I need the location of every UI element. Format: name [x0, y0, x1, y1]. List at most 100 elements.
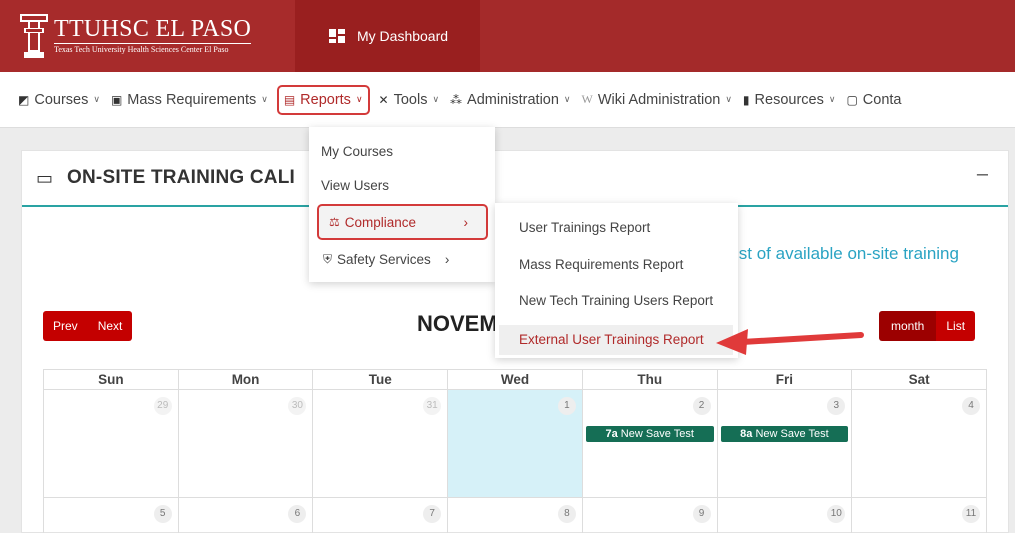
weekday-sun: Sun — [44, 370, 179, 390]
nav-reports[interactable]: ▤ Reports ∨ — [276, 84, 370, 115]
day-number: 31 — [423, 397, 442, 415]
double-t-logo-icon — [20, 14, 48, 58]
mass-requirements-icon: ▣ — [110, 92, 123, 107]
chevron-down-icon: ∨ — [432, 94, 440, 104]
weekday-sat: Sat — [852, 370, 987, 390]
nav-reports-label: Reports — [300, 91, 351, 108]
next-button[interactable]: Next — [87, 311, 133, 341]
resources-icon: ▮ — [742, 92, 750, 107]
compliance-submenu: User Trainings Report Mass Requirements … — [495, 203, 738, 358]
nav-tools[interactable]: ✕ Tools ∨ — [379, 92, 440, 108]
calendar-event[interactable]: 7a New Save Test — [585, 426, 714, 442]
header-spacer — [480, 0, 1015, 72]
day-number: 10 — [827, 505, 846, 523]
prev-button[interactable]: Prev — [43, 311, 88, 341]
chevron-down-icon: ∨ — [93, 94, 100, 104]
calendar-day[interactable]: 29 — [44, 390, 179, 498]
brand-title: TTUHSC EL PASO — [54, 16, 252, 42]
menu-safety-services[interactable]: ⛨ Safety Services › — [323, 252, 449, 267]
calendar-day[interactable]: 4 — [852, 390, 987, 498]
brand-logo[interactable]: TTUHSC EL PASO Texas Tech University Hea… — [0, 0, 295, 72]
chevron-right-icon: › — [463, 214, 469, 230]
calendar-week: 5 6 7 8 9 10 11 — [43, 498, 987, 533]
list-view-button[interactable]: List — [936, 311, 976, 341]
day-number: 3 — [827, 397, 846, 415]
my-dashboard-link[interactable]: My Dashboard — [295, 0, 481, 72]
nav-administration-label: Administration — [467, 91, 559, 108]
chevron-down-icon: ∨ — [725, 94, 732, 104]
month-view-button[interactable]: month — [879, 311, 937, 341]
event-title: New Save Test — [755, 428, 829, 440]
menu-view-users[interactable]: View Users — [321, 178, 389, 193]
calendar-grid: Sun Mon Tue Wed Thu Fri Sat 29 30 31 1 2… — [43, 369, 987, 533]
calendar-day[interactable]: 30 — [178, 390, 314, 498]
event-time: 8a — [740, 428, 753, 440]
calendar-day[interactable]: 7 — [313, 498, 449, 533]
dashboard-label: My Dashboard — [357, 28, 449, 44]
reports-icon: ▤ — [283, 92, 296, 107]
nav-resources-label: Resources — [754, 91, 824, 108]
calendar-icon: ▭ — [36, 167, 54, 188]
weekday-fri: Fri — [717, 370, 853, 390]
day-number: 5 — [153, 505, 172, 523]
available-training-link[interactable]: ist of available on-site training — [735, 244, 959, 264]
calendar-day[interactable]: 3 8a New Save Test — [717, 390, 853, 498]
menu-user-trainings-report[interactable]: User Trainings Report — [519, 220, 650, 235]
day-number: 8 — [557, 505, 576, 523]
chevron-right-icon: › — [444, 252, 450, 267]
nav-administration[interactable]: ⁂ Administration ∨ — [450, 92, 570, 108]
compliance-icon: ⚖ — [329, 215, 340, 229]
calendar-day[interactable]: 6 — [179, 498, 314, 533]
calendar-day[interactable]: 2 7a New Save Test — [582, 390, 718, 498]
nav-tools-label: Tools — [393, 91, 428, 108]
day-number: 29 — [153, 397, 172, 415]
calendar-event[interactable]: 8a New Save Test — [720, 426, 849, 442]
menu-external-user-trainings-report[interactable]: External User Trainings Report — [499, 325, 733, 355]
weekday-wed: Wed — [448, 370, 583, 390]
wiki-icon: W — [581, 92, 593, 106]
calendar-day[interactable]: 11 — [852, 498, 987, 533]
event-title: New Save Test — [620, 428, 694, 440]
card-header: ▭ ON-SITE TRAINING CALI — [22, 151, 1008, 207]
weekday-thu: Thu — [582, 370, 718, 390]
day-number: 7 — [423, 505, 442, 523]
day-number: 11 — [961, 505, 980, 523]
nav-contact[interactable]: ▢ Conta — [846, 92, 901, 108]
month-title: NOVEM — [417, 311, 498, 336]
calendar-day[interactable]: 9 — [583, 498, 718, 533]
nav-courses[interactable]: ◩ Courses ∨ — [18, 92, 100, 108]
menu-mass-requirements-report[interactable]: Mass Requirements Report — [519, 257, 683, 272]
nav-mass-requirements[interactable]: ▣ Mass Requirements ∨ — [111, 92, 268, 108]
administration-icon: ⁂ — [450, 92, 463, 107]
day-number: 4 — [961, 397, 980, 415]
chevron-down-icon: ∨ — [828, 94, 836, 104]
chevron-down-icon: ∨ — [355, 94, 363, 104]
weekday-mon: Mon — [178, 370, 314, 390]
calendar-day[interactable]: 5 — [44, 498, 179, 533]
contact-icon: ▢ — [846, 92, 858, 107]
menu-compliance[interactable]: ⚖ Compliance › — [317, 204, 488, 240]
nav-resources[interactable]: ▮ Resources ∨ — [743, 92, 836, 108]
event-time: 7a — [605, 428, 618, 440]
brand-subtitle: Texas Tech University Health Sciences Ce… — [54, 43, 252, 55]
chevron-down-icon: ∨ — [261, 94, 268, 104]
reports-dropdown: My Courses View Users ⚖ Compliance › ⛨ S… — [309, 127, 495, 282]
menu-my-courses[interactable]: My Courses — [321, 144, 393, 159]
day-number: 6 — [288, 505, 307, 523]
chevron-down-icon: ∨ — [563, 94, 571, 104]
prev-next-group: Prev Next — [43, 311, 133, 341]
day-number: 30 — [288, 397, 307, 415]
calendar-day[interactable]: 10 — [718, 498, 853, 533]
nav-mass-requirements-label: Mass Requirements — [127, 91, 257, 108]
top-header: TTUHSC EL PASO Texas Tech University Hea… — [0, 0, 1015, 72]
calendar-day[interactable]: 31 — [313, 390, 449, 498]
nav-wiki-administration[interactable]: W Wiki Administration ∨ — [582, 92, 732, 108]
minimize-button[interactable]: – — [977, 163, 988, 186]
view-toggle-group: month List — [879, 311, 976, 341]
calendar-day-today[interactable]: 1 — [448, 390, 583, 498]
day-number: 1 — [557, 397, 576, 415]
calendar-day[interactable]: 8 — [448, 498, 583, 533]
menu-new-tech-training-users-report[interactable]: New Tech Training Users Report — [519, 293, 713, 308]
card-title: ON-SITE TRAINING CALI — [67, 167, 295, 188]
menu-compliance-label: Compliance — [344, 214, 417, 230]
